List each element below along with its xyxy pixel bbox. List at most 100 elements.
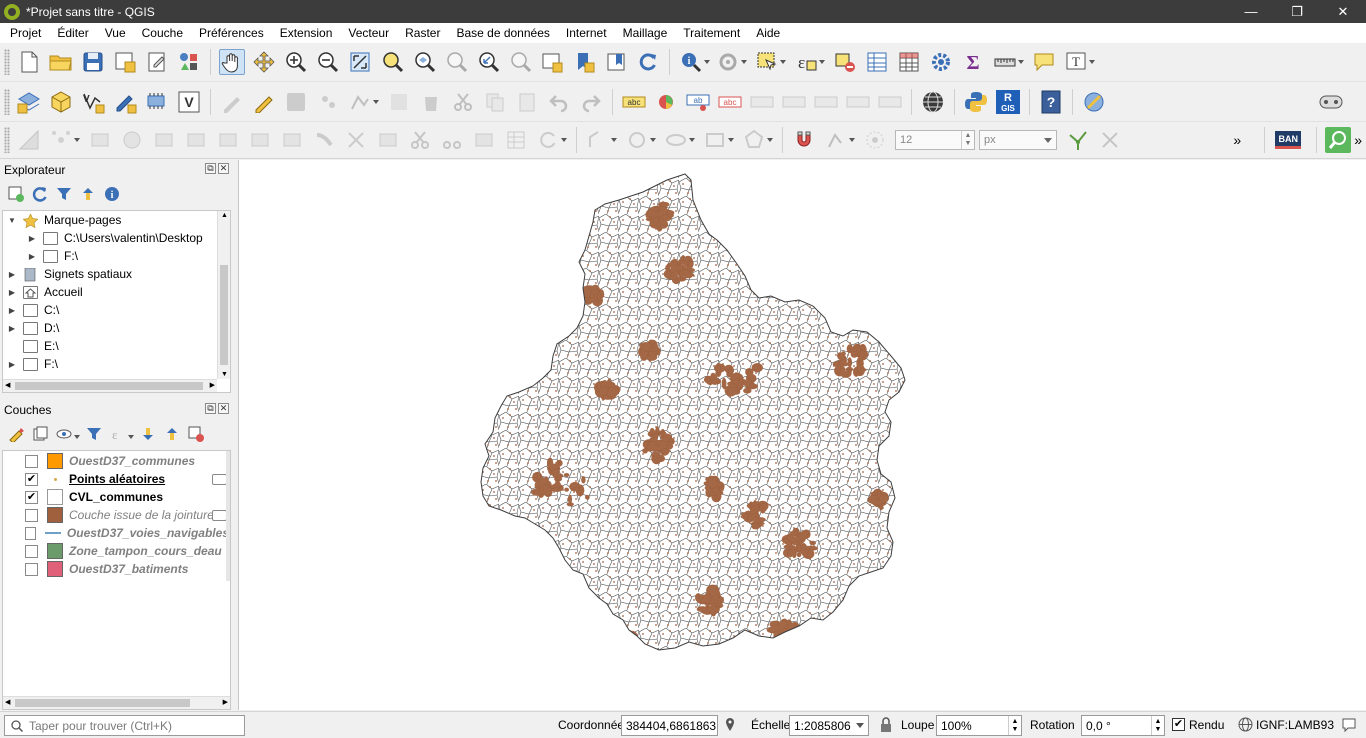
save-edits-icon[interactable] bbox=[283, 89, 309, 115]
toolbar-overflow-button-2[interactable]: » bbox=[1354, 132, 1362, 148]
tree-item-bookmarks[interactable]: ▼ Marque-pages bbox=[7, 211, 121, 229]
globe-plugin-icon[interactable] bbox=[920, 89, 946, 115]
map-render[interactable] bbox=[239, 160, 1366, 710]
diagram-options-icon[interactable] bbox=[653, 89, 679, 115]
expand-arrow-icon[interactable]: ▶ bbox=[7, 270, 17, 279]
menu-preferences[interactable]: Préférences bbox=[191, 26, 272, 40]
line-symbol-icon[interactable] bbox=[44, 525, 61, 541]
python-console-icon[interactable] bbox=[963, 89, 989, 115]
add-circle-icon[interactable] bbox=[624, 127, 656, 153]
trim-extend-icon[interactable] bbox=[343, 127, 369, 153]
layer-symbol-icon[interactable] bbox=[47, 543, 63, 559]
statistics-sigma-icon[interactable]: Σ bbox=[960, 49, 986, 75]
toolbar-grip[interactable] bbox=[4, 88, 10, 115]
data-source-manager-icon[interactable] bbox=[16, 89, 42, 115]
action-icon[interactable] bbox=[715, 49, 747, 75]
show-bookmarks-icon[interactable] bbox=[603, 49, 629, 75]
deselect-all-icon[interactable] bbox=[832, 49, 858, 75]
layers-vertical-scrollbar[interactable] bbox=[226, 451, 230, 581]
snap-unit-select[interactable]: px bbox=[979, 130, 1057, 150]
layer-item-ouestd37-communes[interactable]: OuestD37_communes bbox=[3, 452, 229, 470]
add-rectangle-icon[interactable] bbox=[702, 127, 734, 153]
layer-visibility-checkbox[interactable]: ✔ bbox=[25, 490, 38, 504]
refresh-icon[interactable] bbox=[30, 184, 50, 204]
point-symbol-icon[interactable] bbox=[47, 471, 63, 487]
layer-item-batiments[interactable]: OuestD37_batiments bbox=[3, 560, 229, 578]
layer-symbol-icon[interactable] bbox=[47, 561, 63, 577]
zoom-in-icon[interactable] bbox=[283, 49, 309, 75]
new-shapefile-layer-icon[interactable]: V bbox=[80, 89, 106, 115]
toolbar-grip[interactable] bbox=[4, 127, 10, 153]
menu-extension[interactable]: Extension bbox=[272, 26, 341, 40]
save-project-icon[interactable] bbox=[80, 49, 106, 75]
new-map-view-icon[interactable] bbox=[539, 49, 565, 75]
toggle-extents-icon[interactable] bbox=[722, 717, 738, 733]
cut-features-icon[interactable] bbox=[450, 89, 476, 115]
filter-icon[interactable] bbox=[54, 184, 74, 204]
add-ellipse-icon[interactable] bbox=[663, 127, 695, 153]
close-panel-button[interactable]: ✕ bbox=[218, 163, 229, 174]
paste-features-icon[interactable] bbox=[514, 89, 540, 115]
select-by-expression-icon[interactable]: ε bbox=[793, 49, 825, 75]
ban-plugin-icon[interactable]: BAN bbox=[1275, 131, 1302, 149]
layer-visibility-checkbox[interactable]: ✔ bbox=[25, 472, 38, 486]
zoom-native-icon[interactable] bbox=[443, 49, 469, 75]
grass-gis-icon[interactable]: R GIS bbox=[995, 89, 1021, 115]
expand-arrow-icon[interactable]: ▶ bbox=[27, 234, 37, 243]
scroll-right-arrow-icon[interactable]: ▶ bbox=[210, 381, 215, 389]
copy-features-icon[interactable] bbox=[482, 89, 508, 115]
select-features-icon[interactable] bbox=[754, 49, 786, 75]
tree-item-desktop[interactable]: ▶ C:\Users\valentin\Desktop bbox=[27, 229, 203, 247]
info-icon[interactable]: i bbox=[102, 184, 122, 204]
layer-visibility-checkbox[interactable] bbox=[25, 562, 38, 576]
scroll-right-arrow-icon[interactable]: ▶ bbox=[223, 698, 228, 706]
menu-editer[interactable]: Éditer bbox=[49, 26, 96, 40]
open-project-icon[interactable] bbox=[48, 49, 74, 75]
messages-icon[interactable] bbox=[1341, 717, 1357, 733]
layer-symbol-icon[interactable] bbox=[47, 507, 63, 523]
zoom-to-selection-icon[interactable] bbox=[379, 49, 405, 75]
delete-part-icon[interactable] bbox=[215, 127, 241, 153]
current-edits-icon[interactable] bbox=[219, 89, 245, 115]
rotate-label-icon[interactable] bbox=[813, 89, 839, 115]
new-project-icon[interactable] bbox=[16, 49, 42, 75]
pin-label-icon[interactable] bbox=[749, 89, 775, 115]
expand-arrow-icon[interactable]: ▶ bbox=[7, 288, 17, 297]
layer-item-zone-tampon[interactable]: Zone_tampon_cours_deau bbox=[3, 542, 229, 560]
map-tips-icon[interactable] bbox=[1031, 49, 1057, 75]
reverse-line-icon[interactable] bbox=[311, 127, 337, 153]
undo-icon[interactable] bbox=[546, 89, 572, 115]
gamepad-plugin-icon[interactable] bbox=[1318, 89, 1344, 115]
explorer-horizontal-scrollbar[interactable]: ◀ ▶ bbox=[3, 379, 217, 392]
menu-raster[interactable]: Raster bbox=[397, 26, 448, 40]
georeferencer-icon[interactable] bbox=[1081, 89, 1107, 115]
layer-visibility-checkbox[interactable] bbox=[25, 508, 38, 522]
scroll-thumb[interactable] bbox=[220, 265, 228, 365]
delete-ring-icon[interactable] bbox=[183, 127, 209, 153]
split-parts-icon[interactable] bbox=[439, 127, 465, 153]
measure-icon[interactable] bbox=[992, 49, 1024, 75]
split-features-icon[interactable] bbox=[407, 127, 433, 153]
pan-to-selection-icon[interactable] bbox=[251, 49, 277, 75]
tree-item-drive-f[interactable]: ▶ F:\ bbox=[7, 355, 58, 373]
menu-aide[interactable]: Aide bbox=[748, 26, 788, 40]
modify-attributes-icon[interactable] bbox=[386, 89, 412, 115]
coordinate-field[interactable]: 384404,6861863 bbox=[621, 715, 718, 736]
label-properties-icon[interactable] bbox=[877, 89, 903, 115]
merge-attributes-icon[interactable] bbox=[503, 127, 529, 153]
menu-vue[interactable]: Vue bbox=[97, 26, 134, 40]
snap-tolerance-input[interactable]: 12 ▲ ▼ bbox=[895, 130, 975, 150]
layer-styling-icon[interactable] bbox=[6, 424, 26, 444]
map-canvas[interactable] bbox=[238, 160, 1366, 710]
new-bookmark-icon[interactable] bbox=[571, 49, 597, 75]
highlight-label-icon[interactable]: ab bbox=[685, 89, 711, 115]
tree-item-spatial-bookmarks[interactable]: ▶ Signets spatiaux bbox=[7, 265, 132, 283]
offset-curve-icon[interactable] bbox=[279, 127, 305, 153]
toolbar-overflow-button[interactable]: » bbox=[1233, 132, 1241, 148]
menu-base-de-donnees[interactable]: Base de données bbox=[448, 26, 557, 40]
scroll-thumb[interactable] bbox=[15, 382, 203, 390]
delete-selected-icon[interactable] bbox=[418, 89, 444, 115]
memory-layer-icon[interactable] bbox=[212, 509, 227, 521]
expand-arrow-icon[interactable]: ▶ bbox=[7, 324, 17, 333]
add-circular-string-icon[interactable] bbox=[48, 127, 80, 153]
